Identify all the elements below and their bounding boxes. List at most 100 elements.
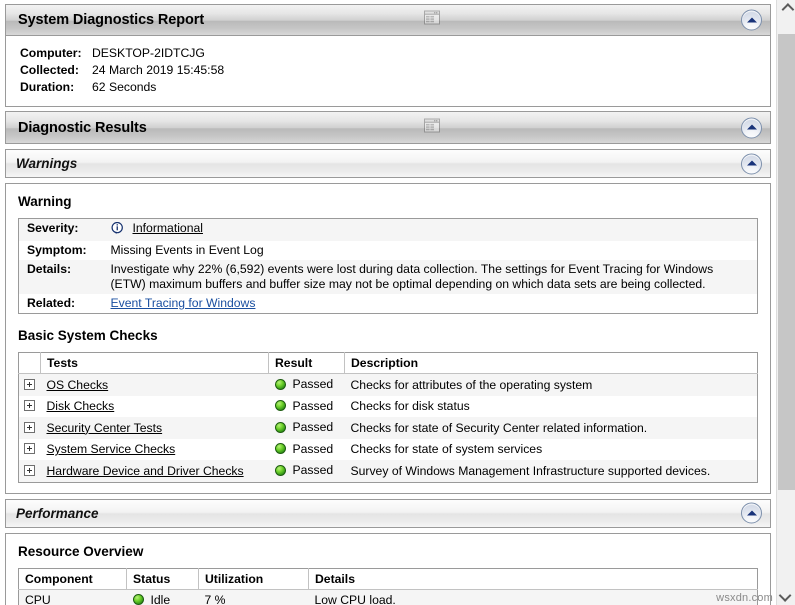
- col-result: Result: [268, 352, 345, 374]
- system-diagnostics-report-panel: System Diagnostics Report Computer: DESK…: [5, 4, 771, 107]
- chevron-up-icon: [781, 3, 794, 16]
- scroll-up-button[interactable]: [777, 0, 795, 19]
- test-link[interactable]: Hardware Device and Driver Checks: [47, 464, 244, 478]
- test-link[interactable]: Disk Checks: [47, 399, 115, 413]
- expand-plus-icon[interactable]: [24, 464, 35, 476]
- diagnostic-results-header-bar[interactable]: Diagnostic Results: [6, 112, 770, 143]
- related-label: Related:: [27, 296, 76, 310]
- result-value: Passed: [292, 377, 334, 391]
- warning-row-severity: Severity: Informational: [18, 218, 758, 241]
- warnings-header-bar[interactable]: Warnings: [6, 150, 770, 177]
- collected-label: Collected:: [20, 63, 79, 77]
- col-details: Details: [308, 568, 758, 590]
- related-link[interactable]: Event Tracing for Windows: [111, 296, 256, 310]
- warning-detail-table: Severity: Informational Symptom: Missing…: [18, 218, 758, 314]
- system-diagnostics-report-window: System Diagnostics Report Computer: DESK…: [0, 0, 795, 605]
- summary-row-duration: Duration: 62 Seconds: [20, 79, 770, 96]
- col-description: Description: [344, 352, 758, 374]
- collapse-diagnostic-results-button[interactable]: [741, 117, 762, 138]
- collapse-up-icon: [746, 510, 757, 515]
- table-row: Security Center Tests Passed Checks for …: [18, 417, 758, 439]
- collapse-up-icon: [746, 17, 757, 22]
- collapse-warnings-button[interactable]: [741, 153, 762, 174]
- test-link[interactable]: Security Center Tests: [47, 421, 163, 435]
- result-value: Passed: [292, 463, 334, 477]
- warnings-title: Warnings: [16, 156, 78, 171]
- table-row: System Service Checks Passed Checks for …: [18, 438, 758, 460]
- warning-row-details: Details: Investigate why 22% (6,592) eve…: [18, 260, 758, 294]
- report-summary: Computer: DESKTOP-2IDTCJG Collected: 24 …: [6, 36, 770, 106]
- test-link[interactable]: OS Checks: [47, 378, 109, 392]
- details-value: Investigate why 22% (6,592) events were …: [110, 262, 714, 291]
- table-row: CPU Idle 7 % Low CPU load.: [18, 589, 758, 605]
- report-window-icon: [424, 10, 440, 30]
- result-value: Passed: [292, 441, 334, 456]
- basic-system-checks-title: Basic System Checks: [18, 328, 158, 343]
- result-value: Passed: [292, 420, 334, 434]
- diagnostic-results-title: Diagnostic Results: [18, 119, 147, 136]
- resource-overview-table: Component Status Utilization Details CPU…: [18, 567, 758, 605]
- table-row: OS Checks Passed Checks for attributes o…: [18, 373, 758, 396]
- green-orb-icon: [274, 378, 286, 390]
- duration-value: 62 Seconds: [92, 80, 157, 94]
- resource-overview-panel: Resource Overview Component Status Utili…: [5, 532, 771, 605]
- collapse-up-icon: [746, 160, 757, 166]
- green-orb-icon: [274, 443, 286, 454]
- collapse-up-icon: [746, 124, 757, 130]
- severity-label: Severity:: [27, 221, 79, 235]
- details-label: Details:: [27, 262, 72, 276]
- severity-value-link[interactable]: Informational: [133, 221, 203, 236]
- chevron-down-icon: [778, 589, 791, 602]
- report-content-area: System Diagnostics Report Computer: DESK…: [0, 0, 776, 605]
- scrollbar-thumb[interactable]: [778, 34, 795, 490]
- result-value: Passed: [292, 398, 334, 413]
- computer-value: DESKTOP-2IDTCJG: [92, 46, 205, 60]
- col-tests: Tests: [40, 352, 269, 374]
- report-window-icon: [424, 118, 440, 137]
- expand-plus-icon[interactable]: [24, 378, 35, 390]
- performance-header-bar[interactable]: Performance: [6, 499, 770, 527]
- warning-block-title: Warning: [18, 194, 72, 209]
- status-value: Idle: [150, 592, 171, 605]
- component-value: CPU: [25, 593, 51, 605]
- test-link[interactable]: System Service Checks: [47, 442, 176, 456]
- details-value: Low CPU load.: [314, 593, 396, 605]
- vertical-scrollbar[interactable]: [776, 0, 795, 605]
- collected-value: 24 March 2019 15:45:58: [92, 63, 225, 77]
- col-status: Status: [126, 568, 199, 590]
- duration-label: Duration:: [20, 80, 75, 94]
- green-orb-icon: [274, 464, 286, 476]
- collapse-report-button[interactable]: [741, 9, 762, 31]
- utilization-value: 7 %: [204, 593, 226, 605]
- warning-row-related: Related: Event Tracing for Windows: [18, 294, 758, 314]
- description-value: Survey of Windows Management Infrastruct…: [350, 463, 711, 478]
- description-value: Checks for state of Security Center rela…: [350, 420, 648, 435]
- table-header-row: Component Status Utilization Details: [18, 568, 758, 590]
- computer-label: Computer:: [20, 46, 82, 60]
- green-orb-icon: [274, 400, 286, 411]
- col-component: Component: [18, 568, 127, 590]
- summary-row-computer: Computer: DESKTOP-2IDTCJG: [20, 45, 770, 62]
- expand-plus-icon[interactable]: [24, 421, 35, 433]
- description-value: Checks for attributes of the operating s…: [350, 377, 593, 392]
- warnings-body-panel: Warning Severity: Informational Symptom:…: [5, 183, 771, 494]
- performance-title: Performance: [16, 505, 99, 521]
- info-balloon-icon: [110, 221, 124, 239]
- collapse-performance-button[interactable]: [741, 502, 762, 524]
- expand-plus-icon[interactable]: [24, 443, 35, 455]
- basic-system-checks-table: Tests Result Description OS Checks Passe…: [18, 352, 758, 483]
- description-value: Checks for state of system services: [350, 442, 543, 457]
- diagnostic-results-panel: Diagnostic Results: [5, 111, 771, 144]
- performance-section-header-panel: Performance: [5, 498, 771, 528]
- summary-row-collected: Collected: 24 March 2019 15:45:58: [20, 62, 770, 79]
- green-orb-icon: [132, 594, 144, 605]
- resource-overview-title: Resource Overview: [18, 543, 144, 559]
- expand-plus-icon[interactable]: [24, 400, 35, 412]
- report-header-bar[interactable]: System Diagnostics Report: [6, 5, 770, 36]
- table-header-row: Tests Result Description: [18, 352, 758, 374]
- scroll-down-button[interactable]: [777, 586, 795, 605]
- warning-row-symptom: Symptom: Missing Events in Event Log: [18, 241, 758, 260]
- symptom-value: Missing Events in Event Log: [110, 243, 264, 257]
- symptom-label: Symptom:: [27, 243, 87, 257]
- col-expander: [18, 352, 41, 374]
